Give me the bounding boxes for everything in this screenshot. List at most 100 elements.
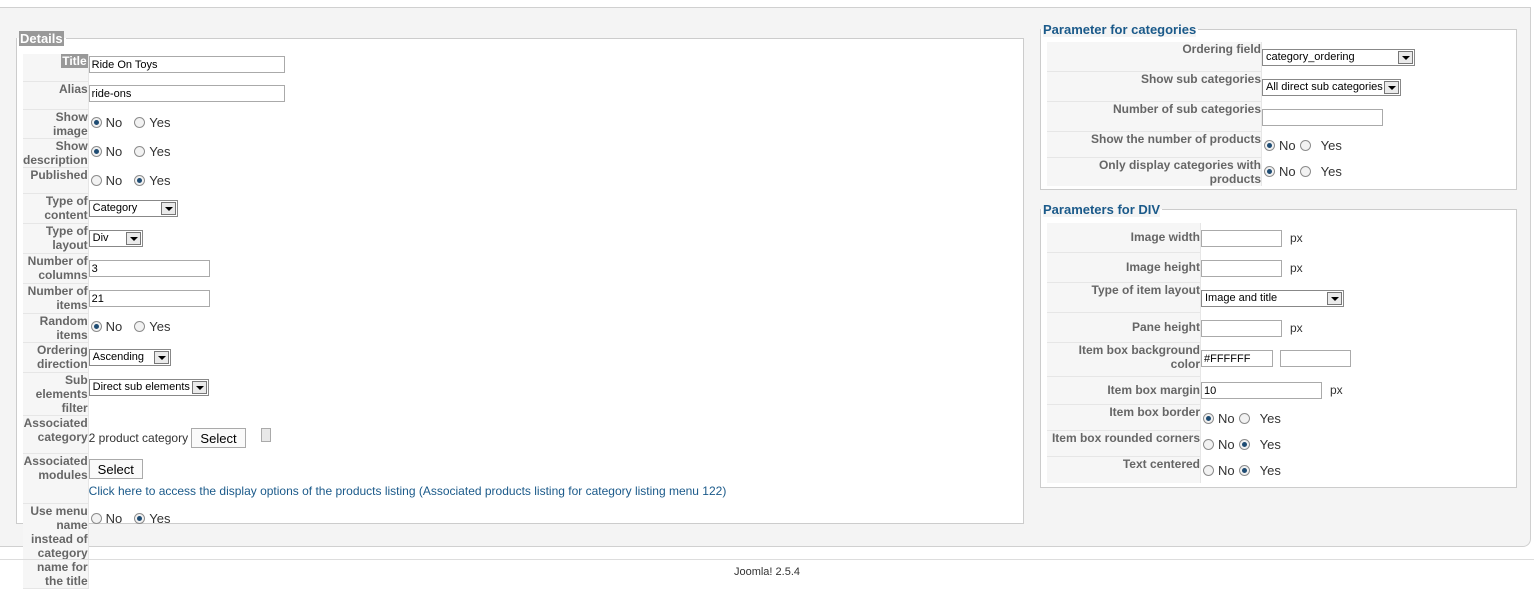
bg-color-label: Item box background color — [1047, 343, 1201, 377]
num-columns-input[interactable] — [88, 260, 210, 277]
only-display-yes-radio[interactable] — [1299, 166, 1311, 178]
margin-label: Item box margin — [1047, 377, 1201, 405]
show-sub-categories-select[interactable]: All direct sub categories — [1262, 79, 1401, 96]
published-label: Published — [23, 168, 89, 194]
radio-no-label: No — [1218, 437, 1235, 453]
chevron-down-icon — [153, 351, 169, 364]
show-sub-categories-label: Show sub categories — [1047, 72, 1262, 102]
use-menu-name-no-radio[interactable] — [90, 513, 102, 525]
show-description-yes-radio[interactable] — [134, 146, 146, 158]
item-layout-label: Type of item layout — [1047, 283, 1201, 313]
type-content-label: Type of content — [23, 194, 89, 224]
rounded-yes-radio[interactable] — [1238, 439, 1250, 451]
bg-color-swatch[interactable] — [1280, 350, 1351, 367]
chevron-down-icon — [125, 232, 141, 245]
ordering-field-label: Ordering field — [1047, 42, 1262, 72]
centered-yes-radio[interactable] — [1238, 465, 1250, 477]
type-content-select[interactable]: Category — [88, 200, 178, 217]
border-label: Item box border — [1047, 405, 1201, 431]
num-sub-categories-label: Number of sub categories — [1047, 102, 1262, 132]
published-no-radio[interactable] — [90, 175, 102, 187]
radio-no-label: No — [1279, 138, 1296, 154]
radio-yes-label: Yes — [1320, 138, 1342, 154]
title-input[interactable] — [88, 56, 285, 73]
show-num-products-no-radio[interactable] — [1264, 140, 1275, 152]
radio-yes-label: Yes — [149, 115, 171, 131]
num-columns-label: Number of columns — [23, 254, 89, 284]
div-params-legend: Parameters for DIV — [1043, 202, 1161, 217]
show-num-products-label: Show the number of products — [1047, 132, 1262, 158]
radio-no-label: No — [105, 319, 123, 335]
radio-no-label: No — [1279, 164, 1296, 180]
radio-no-label: No — [1218, 411, 1235, 427]
radio-yes-label: Yes — [1259, 463, 1281, 479]
title-label: Title — [23, 54, 89, 82]
select-modules-button[interactable]: Select — [88, 459, 143, 479]
radio-no-label: No — [105, 115, 123, 131]
radio-yes-label: Yes — [149, 173, 171, 189]
show-image-yes-radio[interactable] — [134, 117, 146, 129]
div-params-table: Image width px Image height px Type of i… — [1047, 223, 1507, 483]
image-height-input[interactable] — [1201, 260, 1282, 277]
radio-yes-label: Yes — [1259, 437, 1281, 453]
sub-elements-select[interactable]: Direct sub elements — [88, 379, 209, 396]
radio-yes-label: Yes — [1259, 411, 1281, 427]
categories-table: Ordering field category_ordering Show su… — [1047, 42, 1507, 186]
only-display-label: Only display categories with products — [1047, 158, 1262, 186]
radio-yes-label: Yes — [149, 144, 171, 160]
ordering-direction-label: Ordering direction — [23, 343, 89, 373]
select-category-button[interactable]: Select — [191, 428, 246, 448]
radio-yes-label: Yes — [149, 511, 171, 527]
show-description-label: Show description — [23, 139, 89, 168]
alias-input[interactable] — [88, 85, 285, 102]
radio-yes-label: Yes — [149, 319, 171, 335]
footer-version: Joomla! 2.5.4 — [733, 566, 801, 578]
show-num-products-yes-radio[interactable] — [1299, 140, 1311, 152]
details-legend: Details — [19, 31, 64, 46]
random-items-no-radio[interactable] — [90, 321, 102, 333]
show-description-no-radio[interactable] — [90, 146, 102, 158]
item-layout-select[interactable]: Image and title — [1201, 290, 1344, 307]
use-menu-name-yes-radio[interactable] — [134, 513, 146, 525]
published-yes-radio[interactable] — [134, 175, 146, 187]
type-layout-label: Type of layout — [23, 224, 89, 254]
px-unit: px — [1290, 260, 1303, 275]
sub-elements-label: Sub elements filter — [23, 373, 89, 416]
border-yes-radio[interactable] — [1238, 413, 1250, 425]
radio-no-label: No — [105, 173, 123, 189]
random-items-yes-radio[interactable] — [134, 321, 146, 333]
px-unit: px — [1290, 320, 1303, 335]
type-layout-select[interactable]: Div — [88, 230, 143, 247]
border-no-radio[interactable] — [1203, 413, 1214, 425]
num-items-label: Number of items — [23, 284, 89, 314]
px-unit: px — [1290, 230, 1303, 245]
radio-no-label: No — [105, 144, 123, 160]
pane-height-label: Pane height — [1047, 313, 1201, 343]
rounded-no-radio[interactable] — [1203, 439, 1214, 451]
products-listing-link[interactable]: Click here to access the display options… — [89, 484, 727, 498]
assoc-category-value: 2 product category — [88, 431, 189, 445]
trash-icon[interactable] — [260, 428, 271, 442]
radio-no-label: No — [105, 511, 123, 527]
footer-divider — [0, 559, 1534, 560]
image-height-label: Image height — [1047, 253, 1201, 283]
pane-height-input[interactable] — [1201, 320, 1282, 337]
image-width-input[interactable] — [1201, 230, 1282, 247]
rounded-corners-label: Item box rounded corners — [1047, 431, 1201, 457]
chevron-down-icon — [160, 202, 176, 215]
centered-no-radio[interactable] — [1203, 465, 1214, 477]
alias-label: Alias — [23, 82, 89, 110]
categories-legend: Parameter for categories — [1043, 22, 1197, 37]
num-sub-categories-input[interactable] — [1262, 109, 1383, 126]
random-items-label: Random items — [23, 314, 89, 343]
show-image-no-radio[interactable] — [90, 117, 102, 129]
num-items-input[interactable] — [88, 290, 210, 307]
bg-color-input[interactable] — [1201, 350, 1273, 367]
chevron-down-icon — [1384, 81, 1399, 94]
ordering-field-select[interactable]: category_ordering — [1262, 49, 1415, 66]
chevron-down-icon — [1327, 292, 1342, 305]
only-display-no-radio[interactable] — [1264, 166, 1275, 178]
assoc-category-label: Associated category — [23, 416, 89, 454]
ordering-direction-select[interactable]: Ascending — [88, 349, 171, 366]
margin-input[interactable] — [1201, 382, 1322, 399]
